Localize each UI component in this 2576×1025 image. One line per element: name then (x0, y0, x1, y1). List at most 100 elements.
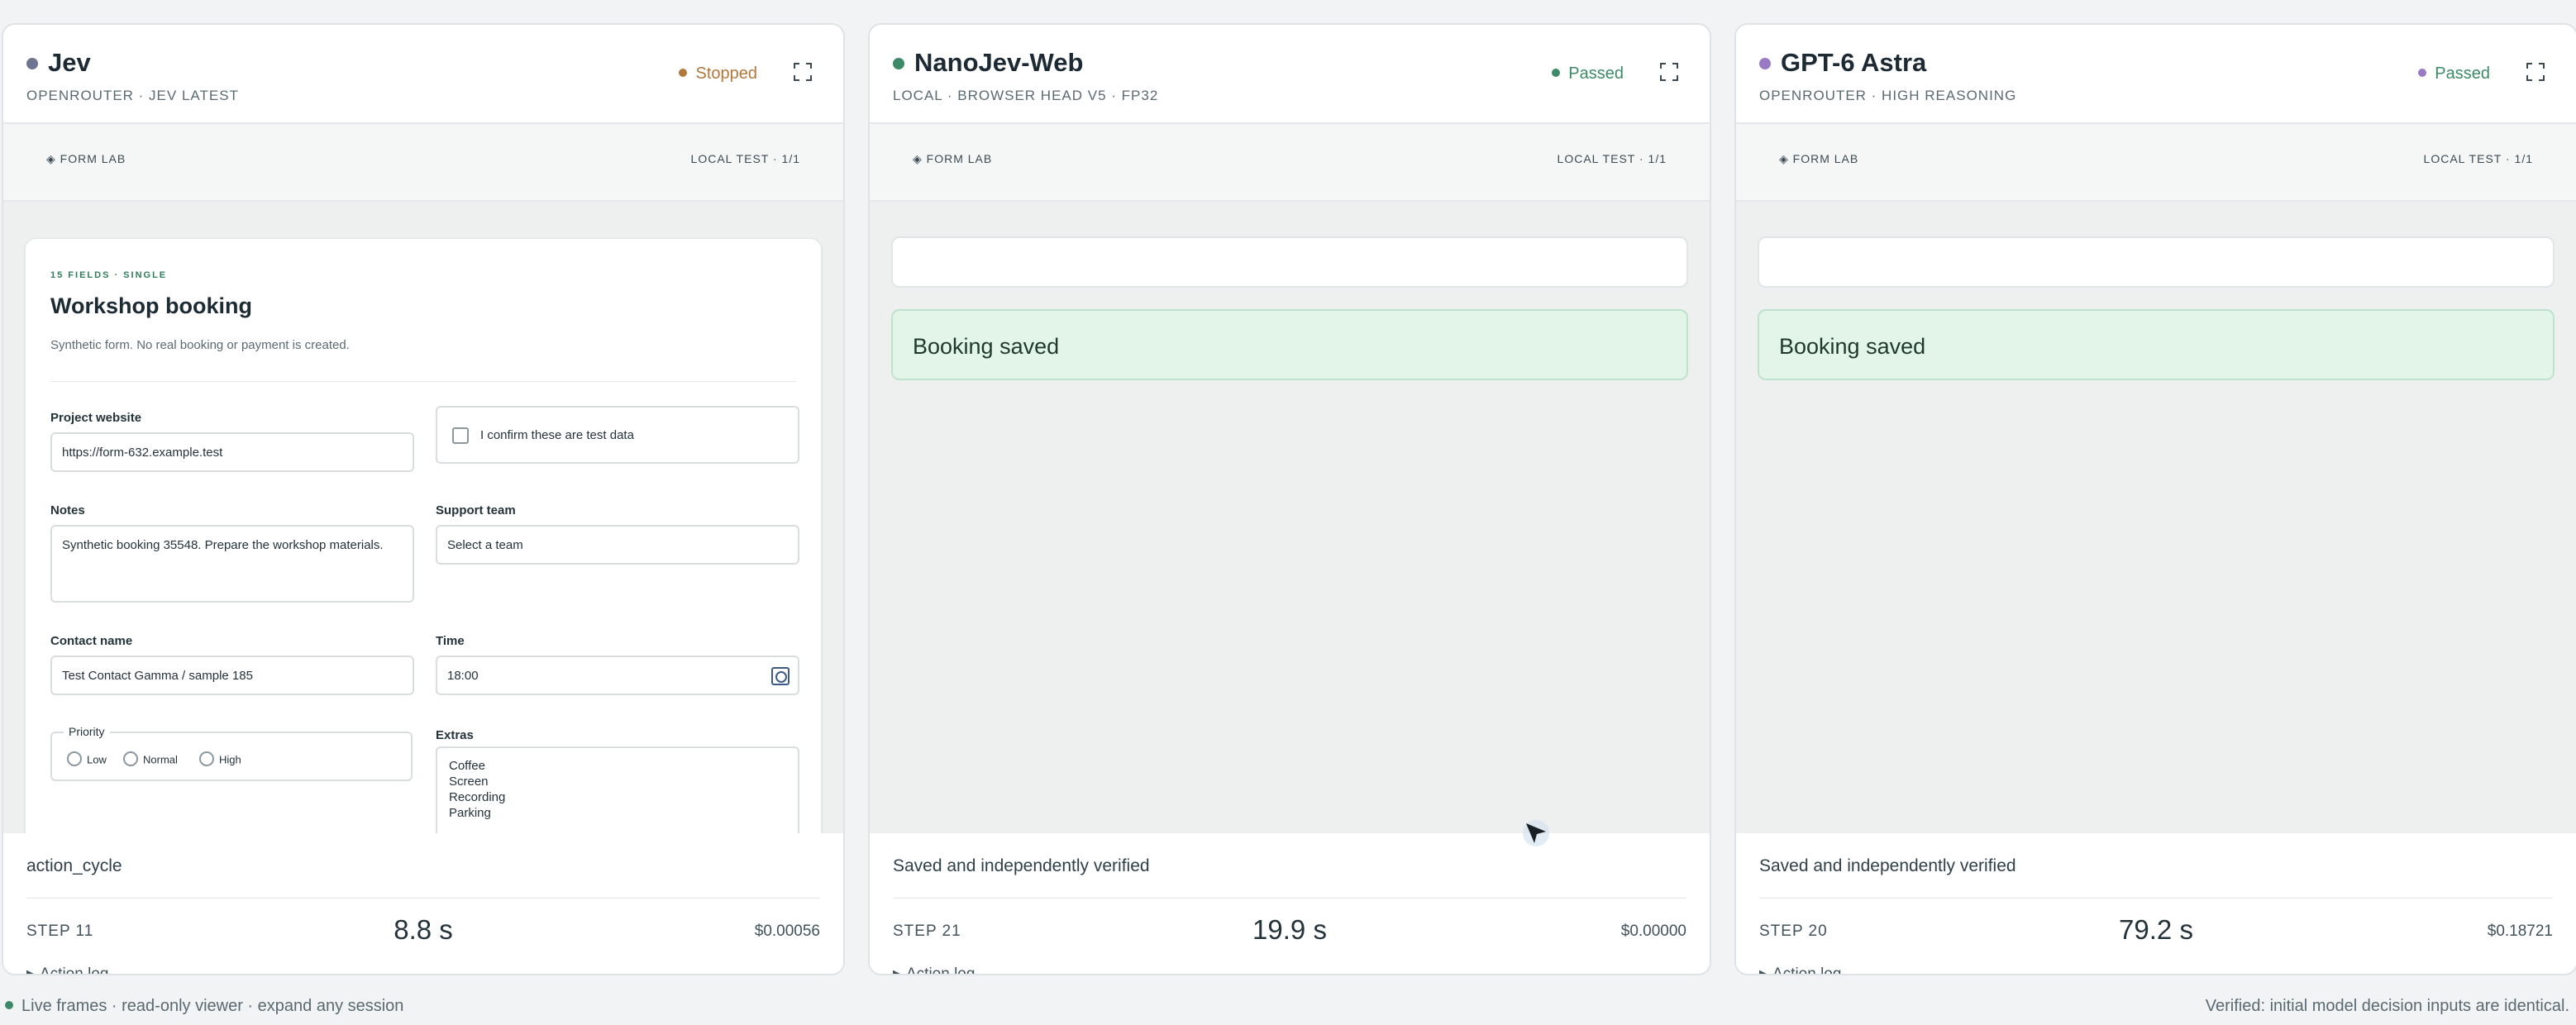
project-website-label: Project website (50, 411, 142, 425)
session-title: Jev (48, 48, 91, 77)
priority-radio-high[interactable]: High (199, 751, 241, 768)
priority-fieldset: Priority Low Normal High (50, 725, 413, 781)
session-header: Jev OPENROUTER · JEV LATEST Stopped (3, 25, 843, 122)
contact-name-input[interactable]: Test Contact Gamma / sample 185 (50, 656, 414, 695)
form-kicker: 15 FIELDS · SINGLE (50, 270, 168, 280)
action-log-label: Action log (1772, 965, 1842, 975)
radio-label: Normal (143, 753, 178, 766)
notes-textarea[interactable]: Synthetic booking 35548. Prepare the wor… (50, 525, 414, 603)
extras-option[interactable]: Screen (449, 774, 786, 789)
support-team-select[interactable]: Select a team (436, 525, 799, 565)
status-dot (2418, 68, 2427, 77)
session-footer: Saved and independently verified STEP 21… (870, 833, 1710, 974)
action-log-toggle[interactable]: ▶ Action log (1759, 965, 1842, 975)
divider (50, 381, 796, 382)
status-dot (679, 68, 688, 77)
expand-icon[interactable] (2526, 63, 2545, 81)
radio-circle[interactable] (67, 751, 82, 766)
lab-bar: ◈ FORM LAB LOCAL TEST · 1/1 (1736, 122, 2576, 202)
action-log-label: Action log (906, 965, 976, 975)
empty-result-bar (1758, 236, 2555, 288)
form-lab-label: ◈ FORM LAB (1779, 152, 1859, 165)
form-lab-label: ◈ FORM LAB (913, 152, 993, 165)
form-lab-label: ◈ FORM LAB (46, 152, 126, 165)
extras-option[interactable]: Parking (449, 805, 786, 821)
session-panel-jev: Jev OPENROUTER · JEV LATEST Stopped ◈ FO… (2, 23, 845, 975)
session-subtitle: OPENROUTER · HIGH REASONING (1759, 88, 2017, 103)
elapsed-time: 79.2 s (2119, 914, 2193, 945)
status-label: Passed (2435, 64, 2490, 83)
project-website-input[interactable]: https://form-632.example.test (50, 432, 414, 472)
model-status-dot (26, 58, 38, 69)
session-cost: $0.18721 (2487, 922, 2553, 940)
session-header: GPT-6 Astra OPENROUTER · HIGH REASONING … (1736, 25, 2576, 122)
priority-radio-low[interactable]: Low (67, 751, 107, 768)
viewer-footer-text: Live frames · read-only viewer · expand … (21, 997, 404, 1015)
session-title: GPT-6 Astra (1781, 48, 1927, 77)
empty-result-bar (891, 236, 1688, 288)
radio-label: Low (87, 753, 107, 766)
session-cost: $0.00000 (1620, 922, 1686, 940)
elapsed-time: 8.8 s (394, 914, 453, 945)
live-frame-viewport: 15 FIELDS · SINGLE Workshop booking Synt… (3, 202, 843, 833)
model-status-dot (893, 58, 904, 69)
status-badge: Passed (1552, 64, 1624, 83)
time-label: Time (436, 634, 465, 648)
status-dot (1552, 68, 1561, 77)
session-subtitle: LOCAL · BROWSER HEAD V5 · FP32 (893, 88, 1159, 103)
success-message: Booking saved (913, 334, 1060, 359)
session-header: NanoJev-Web LOCAL · BROWSER HEAD V5 · FP… (870, 25, 1710, 122)
action-log-toggle[interactable]: ▶ Action log (26, 965, 109, 975)
status-label: Stopped (695, 64, 757, 83)
radio-label: High (219, 753, 241, 766)
live-frame-viewport: Booking saved (870, 202, 1710, 833)
confirm-checkbox[interactable] (452, 427, 469, 444)
priority-legend: Priority (64, 725, 110, 738)
session-title: NanoJev-Web (914, 48, 1084, 77)
status-label: Passed (1568, 64, 1624, 83)
live-dot (5, 1000, 13, 1009)
divider (893, 898, 1686, 899)
elapsed-time: 19.9 s (1252, 914, 1327, 945)
mouse-cursor-icon (1523, 820, 1549, 846)
notes-label: Notes (50, 503, 85, 517)
local-test-label: LOCAL TEST · 1/1 (1557, 152, 1667, 165)
viewer-footer-note: Live frames · read-only viewer · expand … (5, 997, 403, 1016)
expand-icon[interactable] (1660, 63, 1678, 81)
priority-radio-normal[interactable]: Normal (123, 751, 178, 768)
model-status-dot (1759, 58, 1771, 69)
booking-form: 15 FIELDS · SINGLE Workshop booking Synt… (25, 238, 822, 833)
session-panel-nanojev-web: NanoJev-Web LOCAL · BROWSER HEAD V5 · FP… (868, 23, 1711, 975)
success-message: Booking saved (1779, 334, 1926, 359)
disclosure-triangle-icon: ▶ (1759, 967, 1767, 975)
disclosure-triangle-icon: ▶ (893, 967, 901, 975)
extras-option[interactable]: Recording (449, 789, 786, 805)
live-frame-viewport: Booking saved (1736, 202, 2576, 833)
time-input[interactable]: 18:00 (436, 656, 799, 695)
lab-bar: ◈ FORM LAB LOCAL TEST · 1/1 (870, 122, 1710, 202)
session-cost: $0.00056 (754, 922, 820, 940)
extras-option[interactable]: Coffee (449, 758, 786, 774)
lab-bar: ◈ FORM LAB LOCAL TEST · 1/1 (3, 122, 843, 202)
form-title: Workshop booking (50, 293, 252, 318)
confirm-checkbox-row[interactable]: I confirm these are test data (436, 406, 799, 464)
confirm-checkbox-label: I confirm these are test data (480, 428, 634, 442)
session-footer: Saved and independently verified STEP 20… (1736, 833, 2576, 974)
extras-label: Extras (436, 728, 474, 742)
session-subtitle: OPENROUTER · JEV LATEST (26, 88, 239, 103)
contact-name-label: Contact name (50, 634, 133, 648)
action-log-toggle[interactable]: ▶ Action log (893, 965, 976, 975)
session-message: action_cycle (26, 856, 122, 875)
status-badge: Passed (2418, 64, 2490, 83)
action-log-label: Action log (40, 965, 109, 975)
radio-circle[interactable] (123, 751, 138, 766)
support-team-label: Support team (436, 503, 516, 517)
divider (1759, 898, 2553, 899)
session-message: Saved and independently verified (1759, 856, 2016, 875)
extras-listbox[interactable]: Coffee Screen Recording Parking (436, 746, 799, 833)
expand-icon[interactable] (794, 63, 812, 81)
session-footer: action_cycle STEP 11 8.8 s $0.00056 ▶ Act… (3, 833, 843, 974)
radio-circle[interactable] (199, 751, 214, 766)
status-badge: Stopped (679, 64, 757, 83)
clock-icon[interactable] (771, 667, 789, 685)
